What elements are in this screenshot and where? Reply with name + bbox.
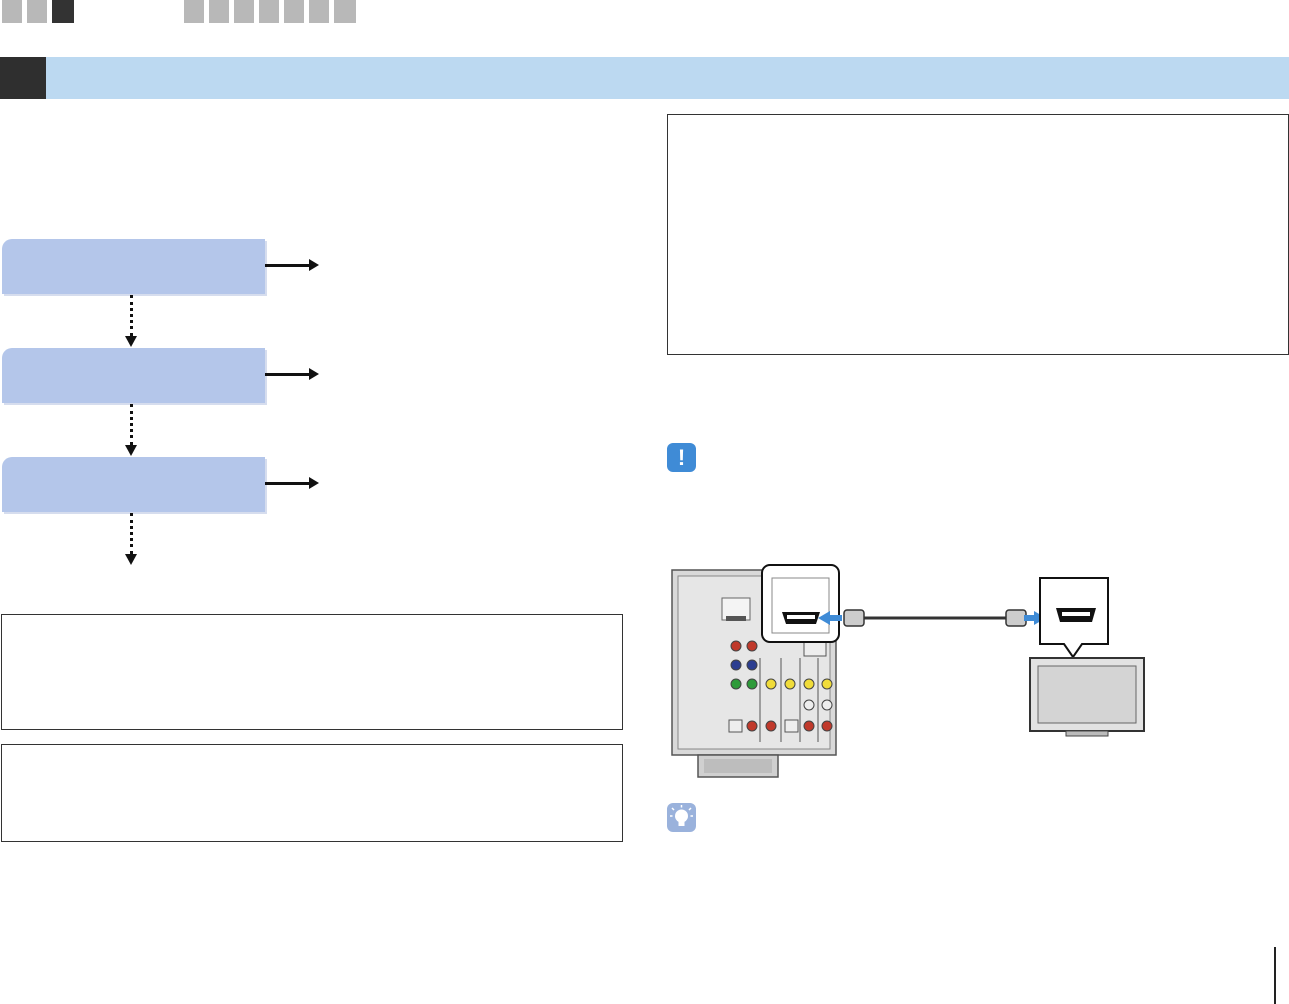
- nav-tab-2[interactable]: [27, 0, 47, 23]
- note-box-left-2: [1, 744, 623, 842]
- nav-tab-1[interactable]: [2, 0, 22, 23]
- lightbulb-icon: [670, 805, 693, 826]
- section-header-bar: [0, 57, 1289, 99]
- nav-tab-9[interactable]: [309, 0, 329, 23]
- flow-step-2-arrow: [265, 368, 319, 380]
- hint-icon: [667, 803, 696, 832]
- section-number-block: [0, 57, 46, 99]
- caution-glyph: !: [677, 445, 686, 470]
- caution-icon: !: [667, 443, 696, 472]
- note-box-left-1: [1, 614, 623, 730]
- nav-tab-3-active[interactable]: [52, 0, 74, 23]
- receiver-hdmi-callout: [761, 564, 840, 643]
- nav-tab-6[interactable]: [234, 0, 254, 23]
- flow-step-2: [2, 348, 265, 403]
- note-box-right: [667, 114, 1289, 355]
- nav-tab-4[interactable]: [184, 0, 204, 23]
- tv-illustration: [1029, 657, 1145, 737]
- tv-hdmi-callout: [1039, 577, 1109, 659]
- page-number-rule: [1274, 947, 1276, 1004]
- flow-step-3-arrow: [265, 477, 319, 489]
- flow-step-3: [2, 457, 265, 512]
- nav-tab-10[interactable]: [334, 0, 356, 23]
- nav-tab-5[interactable]: [209, 0, 229, 23]
- nav-tab-8[interactable]: [284, 0, 304, 23]
- nav-tab-7[interactable]: [259, 0, 279, 23]
- hdmi-cable: [818, 609, 1046, 627]
- flow-step-1-arrow: [265, 259, 319, 271]
- flow-down-arrow-1: [125, 295, 137, 347]
- flow-down-arrow-3: [125, 513, 137, 565]
- flow-step-1: [2, 239, 265, 294]
- flow-down-arrow-2: [125, 404, 137, 456]
- hdmi-connection-diagram: [671, 564, 1145, 778]
